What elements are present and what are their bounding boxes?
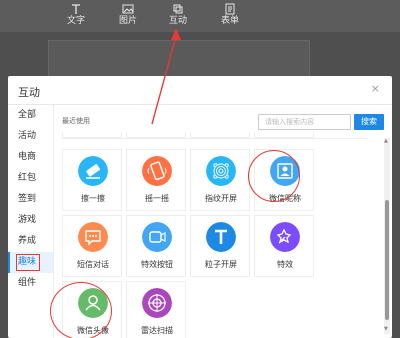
search-button[interactable]: 搜索	[354, 114, 384, 130]
card-effect-button[interactable]: 特效按钮	[126, 215, 186, 277]
card-label: 擦一擦	[81, 194, 105, 203]
eraser-icon	[78, 156, 108, 186]
sidebar-item-fun[interactable]: 趣味	[8, 252, 53, 273]
toolbar-tool-label: 文字	[66, 16, 85, 26]
form-icon	[225, 3, 235, 15]
card-label: 指纹开屏	[205, 194, 237, 203]
toolbar-tool-label: 互动	[168, 16, 187, 26]
highlight-circle	[248, 150, 300, 202]
phone-shake-icon	[142, 156, 172, 186]
card-partial	[126, 132, 186, 138]
card-label: 粒子开屏	[205, 260, 237, 269]
card-partial	[254, 132, 314, 138]
scroll-down-icon[interactable]: ▼	[384, 326, 388, 332]
search-input[interactable]: 请输入搜索内容	[258, 114, 351, 130]
card-effects[interactable]: 特效	[254, 215, 314, 277]
card-label: 摇一摇	[145, 194, 169, 203]
card-radar-scan[interactable]: 雷达扫描	[126, 281, 186, 338]
toolbar-tool-interaction[interactable]: 互动	[158, 3, 198, 27]
radar-icon	[142, 288, 172, 318]
editor-canvas	[48, 40, 310, 80]
card-label: 雷达扫描	[141, 326, 173, 335]
card-partial	[62, 132, 122, 138]
fingerprint-icon	[206, 156, 236, 186]
interaction-icon	[173, 4, 183, 14]
divider	[62, 138, 368, 139]
scroll-thumb[interactable]	[385, 200, 389, 320]
image-icon	[122, 4, 134, 14]
video-button-icon	[142, 222, 172, 252]
card-partial	[190, 132, 250, 138]
sparkle-icon	[270, 222, 300, 252]
sidebar-item-check-in[interactable]: 签到	[8, 189, 53, 210]
modal-title: 互动	[18, 86, 40, 99]
toolbar-tool-label: 表单	[220, 16, 239, 26]
sidebar-item-all[interactable]: 全部	[8, 105, 53, 126]
card-label: 短信对话	[77, 260, 109, 269]
card-sms-chat[interactable]: 短信对话	[62, 215, 122, 277]
highlight-box	[16, 254, 40, 271]
scroll-up-icon[interactable]: ▲	[384, 138, 388, 144]
toolbar-tool-label: 图片	[118, 16, 137, 26]
card-particle-screen[interactable]: 粒子开屏	[190, 215, 250, 277]
sidebar-item-red-packet[interactable]: 红包	[8, 168, 53, 189]
sidebar-item-nurture[interactable]: 养成	[8, 231, 53, 252]
toolbar-tool-form[interactable]: 表单	[210, 3, 250, 27]
close-icon[interactable]: ×	[371, 82, 380, 95]
card-label: 特效	[277, 260, 293, 269]
letter-t-icon	[206, 222, 236, 252]
toolbar-tool-text[interactable]: 文字	[56, 3, 96, 27]
divider	[8, 104, 392, 105]
recent-used-label: 最近使用	[62, 117, 90, 125]
sidebar-item-games[interactable]: 游戏	[8, 210, 53, 231]
toolbar-tool-image[interactable]: 图片	[108, 3, 148, 27]
sidebar-item-activity[interactable]: 活动	[8, 126, 53, 147]
category-sidebar: 全部 活动 电商 红包 签到 游戏 养成 趣味 组件	[8, 105, 54, 338]
card-label: 特效按钮	[141, 260, 173, 269]
editor-toolbar: 文字 图片 互动 表单	[0, 0, 400, 32]
sidebar-item-components[interactable]: 组件	[8, 273, 53, 294]
card-eraser[interactable]: 擦一擦	[62, 149, 122, 211]
interaction-modal: 互动 × 全部 活动 电商 红包 签到 游戏 养成 趣味 组件 最近使用 请输入…	[8, 76, 392, 338]
card-shake[interactable]: 摇一摇	[126, 149, 186, 211]
highlight-circle	[50, 282, 112, 338]
chat-bubble-icon	[78, 222, 108, 252]
sidebar-item-ecommerce[interactable]: 电商	[8, 147, 53, 168]
text-icon	[72, 4, 80, 14]
card-fingerprint[interactable]: 指纹开屏	[190, 149, 250, 211]
